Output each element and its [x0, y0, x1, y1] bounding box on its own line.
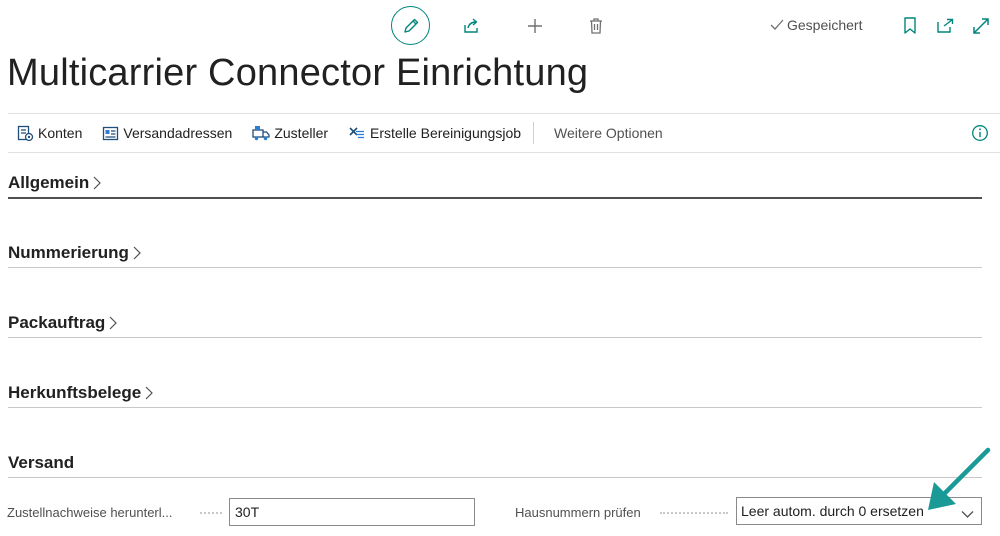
- accounts-icon: [17, 125, 34, 141]
- pencil-icon: [403, 18, 418, 33]
- house-number-select[interactable]: Leer autom. durch 0 ersetzen: [736, 497, 982, 525]
- action-separator: [533, 122, 535, 144]
- chevron-right-icon: [144, 385, 154, 401]
- delivery-proof-label: Zustellnachweise herunterl...: [7, 505, 173, 520]
- chevron-right-icon: [108, 315, 118, 331]
- action-label: Zusteller: [274, 125, 329, 141]
- open-new-window-button[interactable]: [933, 13, 957, 39]
- carrier-icon: [252, 125, 270, 140]
- section-versand: Versand: [8, 451, 982, 478]
- info-button[interactable]: [971, 124, 989, 142]
- plus-icon: [528, 19, 542, 33]
- top-toolbar: Gespeichert: [0, 0, 1000, 52]
- house-number-selected-value: Leer autom. durch 0 ersetzen: [741, 503, 924, 519]
- section-nummerierung: Nummerierung: [8, 241, 982, 268]
- section-header-herkunftsbelege[interactable]: Herkunftsbelege: [8, 381, 982, 405]
- info-icon: [972, 125, 988, 141]
- section-divider: [8, 407, 982, 408]
- action-zusteller[interactable]: Zusteller: [242, 114, 338, 152]
- section-header-versand[interactable]: Versand: [8, 451, 982, 475]
- addresses-icon: [103, 126, 119, 140]
- share-button[interactable]: [459, 13, 485, 39]
- section-packauftrag: Packauftrag: [8, 311, 982, 338]
- action-bar: Konten Versandadressen Zusteller Erstell…: [8, 113, 1000, 153]
- checkmark-icon: [770, 19, 784, 30]
- action-erstelle-bereinigungsjob[interactable]: Erstelle Bereinigungsjob: [338, 114, 531, 152]
- share-icon: [464, 18, 478, 33]
- section-header-allgemein[interactable]: Allgemein: [8, 171, 982, 195]
- new-button[interactable]: [522, 13, 548, 39]
- delete-button[interactable]: [583, 13, 609, 39]
- section-title: Nummerierung: [8, 243, 129, 262]
- section-allgemein: Allgemein: [8, 171, 982, 199]
- expand-button[interactable]: [968, 13, 994, 39]
- save-status: Gespeichert: [770, 17, 862, 33]
- action-versandadressen[interactable]: Versandadressen: [92, 114, 242, 152]
- page-title: Multicarrier Connector Einrichtung: [7, 52, 589, 94]
- edit-button[interactable]: [391, 6, 430, 45]
- section-title: Herkunftsbelege: [8, 383, 142, 402]
- section-divider: [8, 197, 982, 199]
- section-title: Versand: [8, 453, 75, 472]
- section-title: Allgemein: [8, 173, 90, 192]
- action-konten[interactable]: Konten: [8, 114, 92, 152]
- section-header-packauftrag[interactable]: Packauftrag: [8, 311, 982, 335]
- bookmark-button[interactable]: [899, 13, 921, 39]
- action-label: Konten: [38, 125, 83, 141]
- field-leader-dots: [660, 512, 728, 514]
- section-herkunftsbelege: Herkunftsbelege: [8, 381, 982, 408]
- chevron-right-icon: [132, 245, 142, 261]
- action-label: Versandadressen: [123, 125, 233, 141]
- more-options-button[interactable]: Weitere Optionen: [544, 125, 673, 141]
- delivery-proof-input[interactable]: [229, 498, 475, 526]
- chevron-right-icon: [92, 175, 102, 191]
- section-divider: [8, 337, 982, 338]
- open-in-new-window-icon: [937, 18, 954, 33]
- section-title: Packauftrag: [8, 313, 106, 332]
- cleanup-job-icon: [349, 126, 365, 138]
- section-header-nummerierung[interactable]: Nummerierung: [8, 241, 982, 265]
- house-number-label: Hausnummern prüfen: [515, 505, 641, 520]
- expand-diagonal-icon: [973, 18, 989, 34]
- trash-icon: [590, 18, 602, 34]
- action-label: Erstelle Bereinigungsjob: [370, 125, 522, 141]
- field-leader-dots: [200, 512, 222, 514]
- section-divider: [8, 267, 982, 268]
- chevron-down-icon: [961, 506, 974, 522]
- bookmark-icon: [904, 17, 916, 34]
- section-divider: [8, 477, 982, 478]
- save-status-label: Gespeichert: [787, 17, 863, 33]
